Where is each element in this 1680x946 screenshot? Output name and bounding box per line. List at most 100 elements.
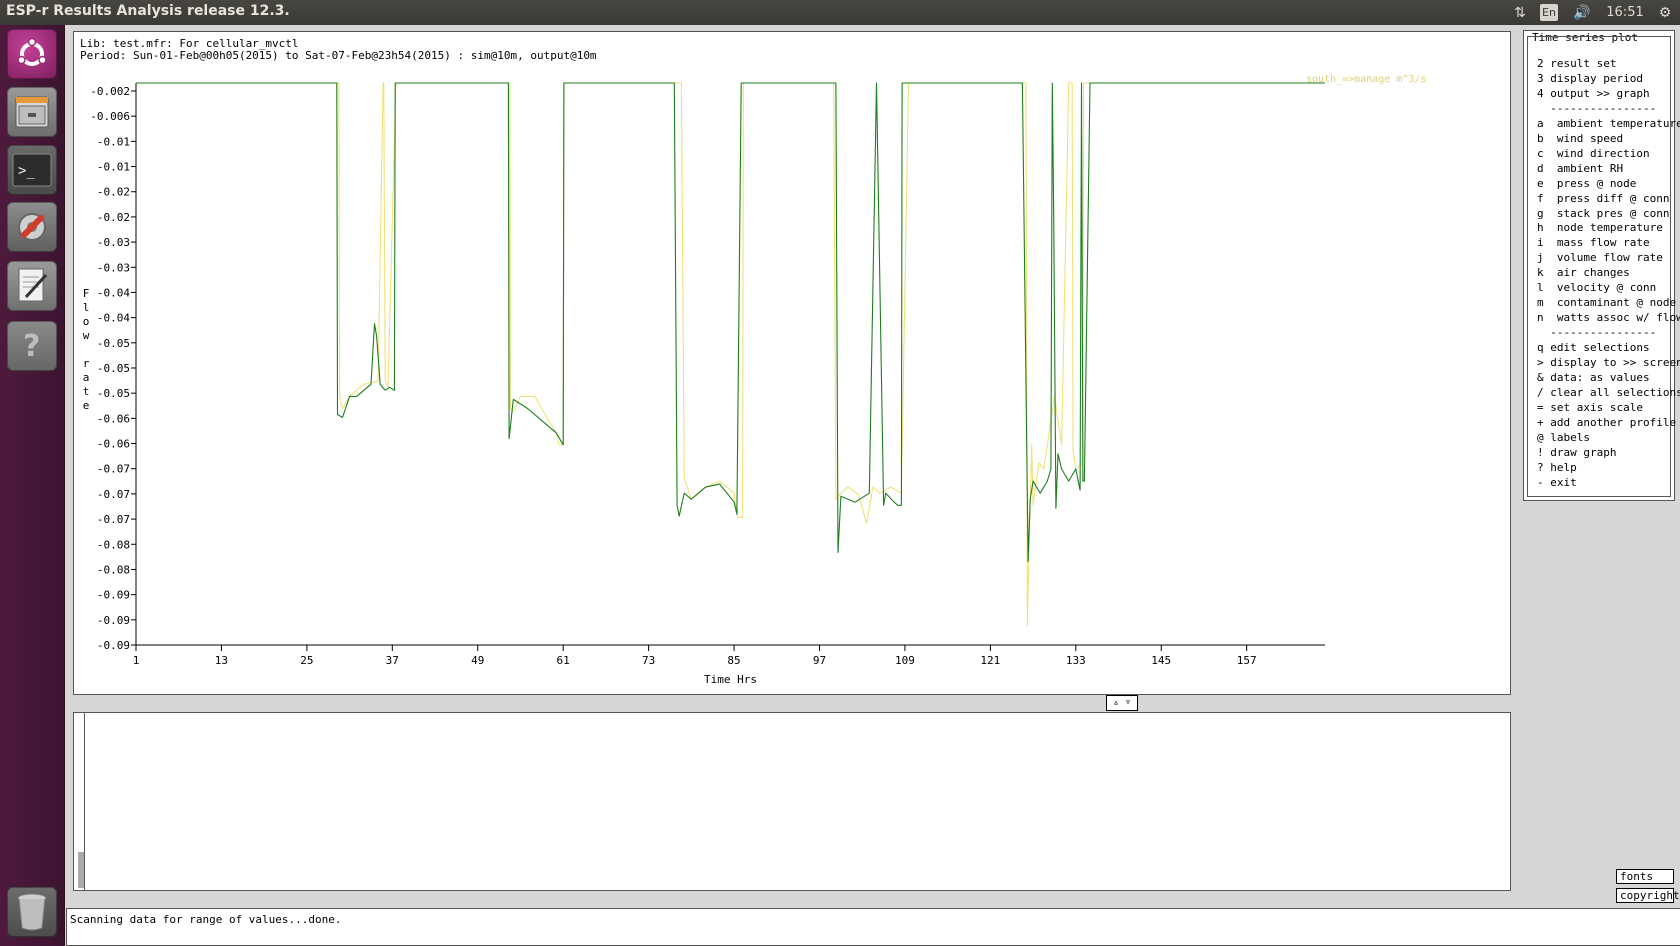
- file-cabinet-icon: [15, 96, 49, 128]
- y-tick-label: -0.04: [97, 286, 130, 299]
- text-scrollbar[interactable]: [76, 713, 85, 890]
- y-tick-label: -0.08: [97, 563, 130, 576]
- y-tick-label: -0.07: [97, 463, 130, 476]
- y-tick-label: -0.05: [97, 337, 130, 350]
- menu-item[interactable]: q edit selections: [1537, 341, 1650, 354]
- menu-item[interactable]: e press @ node: [1537, 177, 1636, 190]
- menu-item[interactable]: 3 display period: [1537, 72, 1643, 85]
- session-gear-icon[interactable]: ⚙: [1654, 0, 1676, 25]
- clock[interactable]: 16:51: [1602, 0, 1648, 25]
- x-tick-label: 121: [980, 654, 1000, 667]
- menu-list: 2 result set 3 display period 4 output >> …: [1527, 36, 1680, 497]
- menu-item[interactable]: = set axis scale: [1537, 401, 1643, 414]
- flow-rate-chart: -0.002 -0.006 -0.01 -0.01 -0.02 -0.02 -0.03 -0.…: [83, 74, 1427, 686]
- x-tick-label: 37: [386, 654, 399, 667]
- terminal-icon: >_: [12, 153, 52, 187]
- menu-item[interactable]: k air changes: [1537, 266, 1630, 279]
- menu-item[interactable]: f press diff @ conn: [1537, 192, 1669, 205]
- y-tick-label: -0.05: [97, 387, 130, 400]
- x-axis-label: Time Hrs: [704, 673, 757, 686]
- menu-item[interactable]: a ambient temperature: [1537, 117, 1680, 130]
- graph-area: Lib: test.mfr: For cellular_mvctl Period…: [73, 31, 1511, 695]
- x-tick-label: 49: [471, 654, 484, 667]
- series-line-1: [136, 82, 1325, 627]
- network-icon[interactable]: ⇅: [1510, 0, 1530, 25]
- x-tick-label: 133: [1066, 654, 1086, 667]
- menu-item[interactable]: g stack pres @ conn: [1537, 207, 1669, 220]
- ubuntu-logo-icon: [17, 37, 47, 66]
- pane-resize-button[interactable]: ▵ ▿: [1106, 695, 1138, 711]
- y-tick-label: -0.07: [97, 513, 130, 526]
- status-text: Scanning data for range of values...done…: [70, 913, 342, 926]
- window-title: ESP-r Results Analysis release 12.3.: [6, 3, 290, 19]
- y-tick-label: -0.04: [97, 312, 130, 325]
- volume-icon[interactable]: 🔊: [1570, 0, 1594, 25]
- menu-item[interactable]: / clear all selections: [1537, 386, 1680, 399]
- y-tick-label: -0.03: [97, 236, 130, 249]
- menu-item[interactable]: j volume flow rate: [1537, 251, 1663, 264]
- menu-item[interactable]: l velocity @ conn: [1537, 281, 1656, 294]
- menu-item[interactable]: > display to >> screen: [1537, 356, 1680, 369]
- menu-item[interactable]: 4 output >> graph: [1537, 87, 1650, 100]
- y-axis-label-char: r: [83, 357, 90, 370]
- menu-item[interactable]: + add another profile: [1537, 416, 1676, 429]
- menu-item[interactable]: c wind direction: [1537, 147, 1650, 160]
- y-axis-label-char: a: [83, 371, 90, 384]
- y-axis-label-char: o: [83, 315, 90, 328]
- y-axis-label-char: w: [83, 329, 90, 342]
- menu-item[interactable]: 2 result set: [1537, 57, 1616, 70]
- svg-text:>_: >_: [18, 163, 35, 179]
- y-tick-label: -0.07: [97, 488, 130, 501]
- menu-item[interactable]: ? help: [1537, 461, 1577, 474]
- menu-item[interactable]: d ambient RH: [1537, 162, 1623, 175]
- dash-home-button[interactable]: [7, 29, 57, 79]
- x-tick-label: 1: [133, 654, 140, 667]
- y-tick-label: -0.09: [97, 639, 130, 652]
- x-tick-label: 85: [727, 654, 740, 667]
- terminal-button[interactable]: >_: [7, 145, 57, 195]
- y-axis-label-char: e: [83, 399, 90, 412]
- x-tick-label: 13: [215, 654, 228, 667]
- menu-item[interactable]: n watts assoc w/ flow: [1537, 311, 1680, 324]
- y-tick-label: -0.01: [97, 135, 130, 148]
- help-button[interactable]: ?: [7, 321, 57, 371]
- trash-icon: [17, 893, 47, 931]
- y-axis-label-char: l: [83, 301, 90, 314]
- text-editor-button[interactable]: [7, 261, 57, 311]
- y-tick-label: -0.09: [97, 589, 130, 602]
- x-tick-label: 145: [1151, 654, 1171, 667]
- scroll-thumb[interactable]: [78, 852, 84, 888]
- menu-item[interactable]: @ labels: [1537, 431, 1590, 444]
- menu-item[interactable]: b wind speed: [1537, 132, 1623, 145]
- files-button[interactable]: [7, 87, 57, 137]
- y-tick-label: -0.002: [90, 85, 130, 98]
- x-tick-label: 73: [642, 654, 655, 667]
- text-feedback-area: [73, 712, 1511, 891]
- menu-item[interactable]: ! draw graph: [1537, 446, 1616, 459]
- menu-item[interactable]: h node temperature: [1537, 221, 1663, 234]
- wrench-gear-icon: [18, 213, 46, 241]
- command-menu: Time series plot 2 result set 3 display p…: [1523, 30, 1680, 501]
- menu-item[interactable]: i mass flow rate: [1537, 236, 1650, 249]
- x-tick-label: 61: [557, 654, 570, 667]
- keyboard-layout-indicator[interactable]: En: [1540, 4, 1558, 21]
- fonts-button[interactable]: fonts: [1616, 869, 1674, 884]
- menu-separator: ----------------: [1537, 101, 1657, 115]
- question-icon: ?: [23, 329, 40, 364]
- launcher: >_ ?: [0, 25, 65, 946]
- menu-item[interactable]: - exit: [1537, 476, 1577, 489]
- x-tick-label: 157: [1237, 654, 1257, 667]
- copyright-button[interactable]: copyright: [1616, 888, 1680, 903]
- y-tick-label: -0.09: [97, 614, 130, 627]
- x-tick-label: 97: [813, 654, 826, 667]
- system-settings-button[interactable]: [7, 202, 57, 252]
- text-editor-icon: [18, 268, 48, 302]
- y-tick-label: -0.03: [97, 261, 130, 274]
- top-panel: ESP-r Results Analysis release 12.3. ⇅ E…: [0, 0, 1680, 25]
- y-axis-label-char: F: [83, 287, 90, 300]
- menu-item[interactable]: & data: as values: [1537, 371, 1650, 384]
- svg-text:?: ?: [23, 329, 40, 364]
- menu-item[interactable]: m contaminant @ node: [1537, 296, 1676, 309]
- trash-button[interactable]: [7, 887, 57, 937]
- y-tick-label: -0.02: [97, 211, 130, 224]
